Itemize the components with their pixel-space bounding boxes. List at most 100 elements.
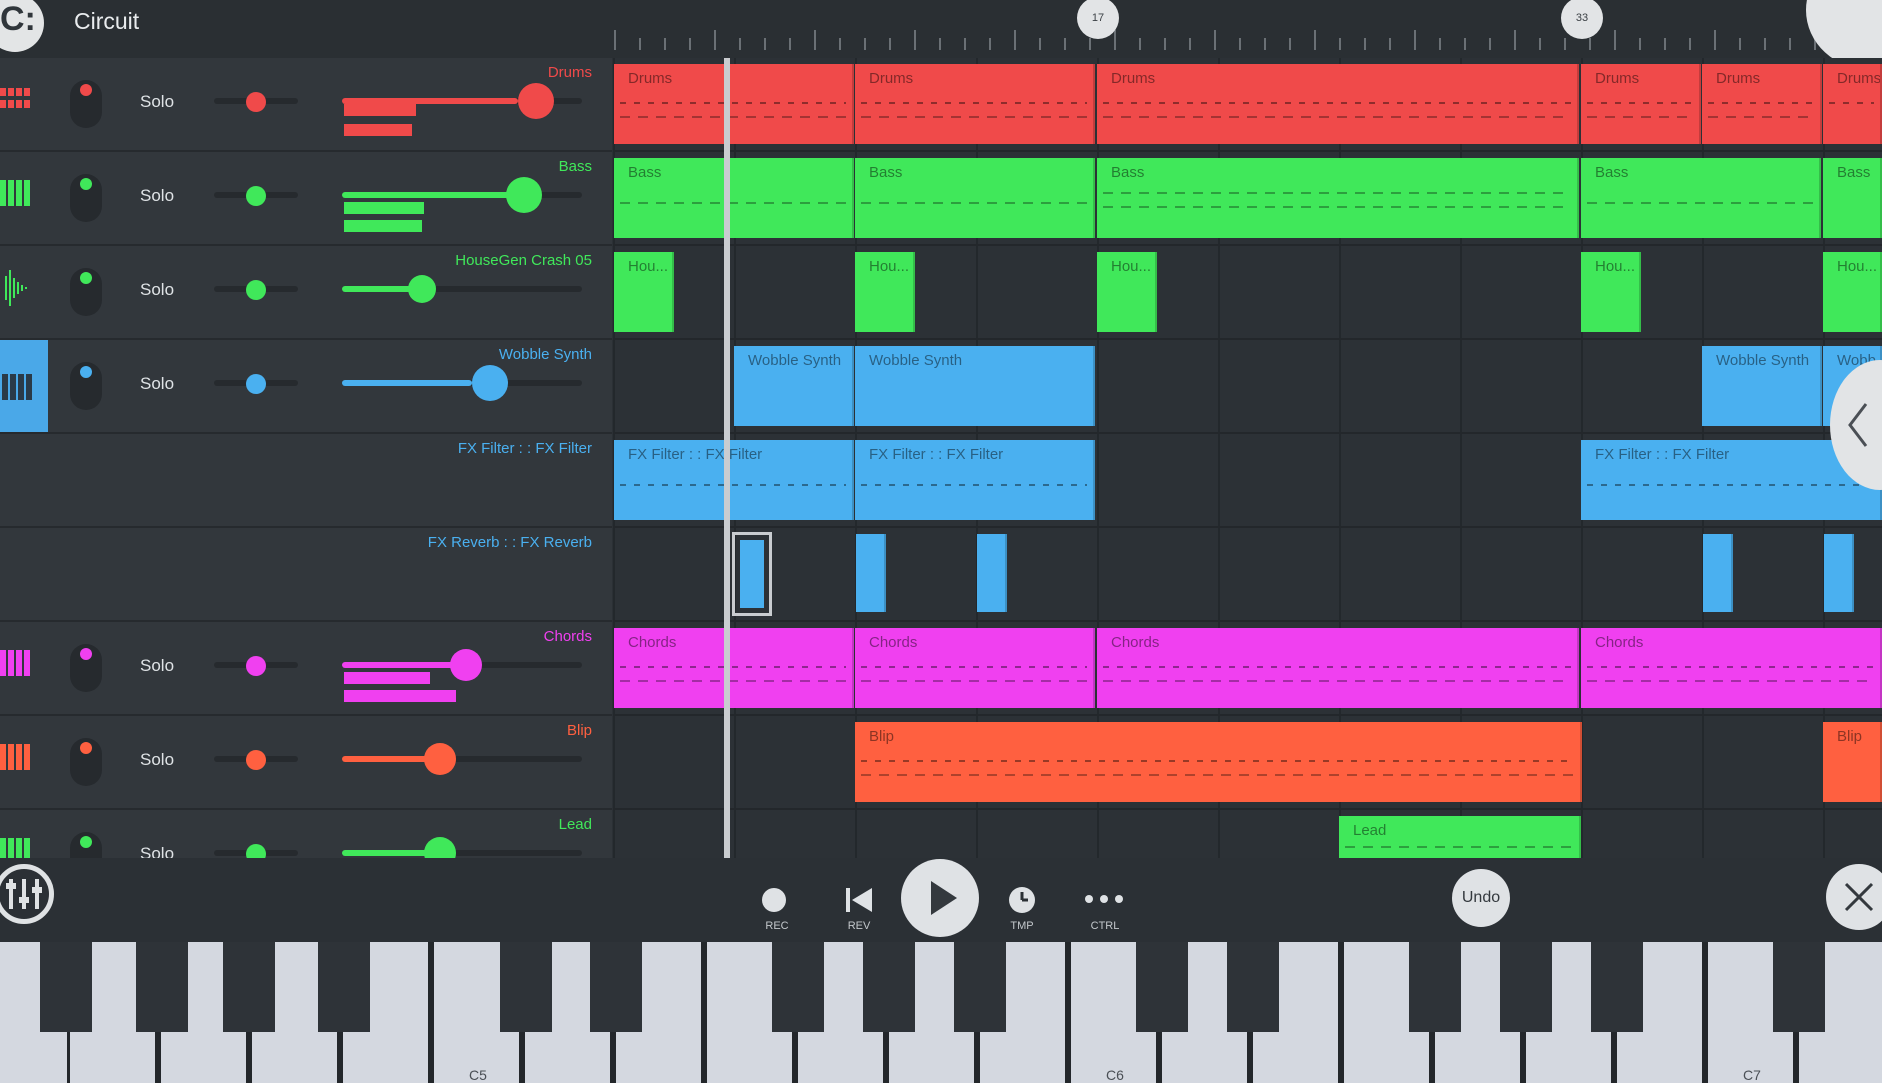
more-dots-icon[interactable]: [1084, 892, 1124, 906]
playhead[interactable]: [724, 58, 730, 858]
pattern-clip[interactable]: Wobble Synth: [855, 346, 1095, 426]
playlist-area[interactable]: Drums Drums Drums Drums Drums Drums Bass…: [613, 58, 1882, 860]
piano-black-key[interactable]: [40, 942, 92, 1032]
pattern-clip[interactable]: Blip: [1823, 722, 1882, 802]
track-row-blip[interactable]: Solo Blip: [0, 716, 612, 810]
lane-drums[interactable]: Drums Drums Drums Drums Drums Drums: [613, 58, 1882, 152]
piano-black-key[interactable]: [1409, 942, 1461, 1032]
tempo-icon[interactable]: [1008, 886, 1036, 914]
automation-clip[interactable]: [1703, 534, 1733, 612]
track-row-wobble-synth[interactable]: Solo Wobble Synth: [0, 340, 612, 434]
pattern-clip[interactable]: Bass: [855, 158, 1095, 238]
pattern-clip[interactable]: Drums: [614, 64, 854, 144]
pan-knob[interactable]: [246, 280, 266, 300]
piano-black-key[interactable]: [318, 942, 370, 1032]
lane-fx-reverb[interactable]: [613, 528, 1882, 622]
piano-black-key[interactable]: [1136, 942, 1188, 1032]
track-row-crash[interactable]: Solo HouseGen Crash 05: [0, 246, 612, 340]
lane-wobble-synth[interactable]: Wobble Synth Wobble Synth Wobble Synth W…: [613, 340, 1882, 434]
track-row-fx-filter[interactable]: FX Filter : : FX Filter: [0, 434, 612, 528]
solo-button[interactable]: Solo: [140, 92, 174, 112]
automation-clip[interactable]: [977, 534, 1007, 612]
audio-clip[interactable]: Hou...: [1581, 252, 1641, 332]
piano-black-key[interactable]: [500, 942, 552, 1032]
lane-crash[interactable]: Hou... Hou... Hou... Hou... Hou...: [613, 246, 1882, 340]
pan-knob[interactable]: [246, 92, 266, 112]
pattern-clip[interactable]: Blip: [855, 722, 1582, 802]
piano-keyboard[interactable]: C5 C6 C7: [0, 942, 1882, 1083]
pattern-clip[interactable]: Drums: [1581, 64, 1701, 144]
track-row-lead[interactable]: Solo Lead: [0, 810, 612, 860]
track-row-bass[interactable]: Solo Bass: [0, 152, 612, 246]
audio-clip[interactable]: Hou...: [614, 252, 674, 332]
pan-knob[interactable]: [246, 656, 266, 676]
solo-button[interactable]: Solo: [140, 280, 174, 300]
record-icon[interactable]: [762, 888, 786, 912]
lane-chords[interactable]: Chords Chords Chords Chords: [613, 622, 1882, 716]
pattern-clip[interactable]: Drums: [1823, 64, 1882, 144]
close-button[interactable]: [1826, 864, 1882, 930]
automation-clip[interactable]: [856, 534, 886, 612]
piano-black-key[interactable]: [1500, 942, 1552, 1032]
piano-black-key[interactable]: [1227, 942, 1279, 1032]
piano-black-key[interactable]: [1773, 942, 1825, 1032]
rewind-icon[interactable]: [844, 886, 874, 914]
clip-label: Bass: [1111, 164, 1145, 181]
pattern-clip[interactable]: Lead: [1339, 816, 1581, 858]
piano-black-key[interactable]: [136, 942, 188, 1032]
volume-knob[interactable]: [408, 275, 436, 303]
piano-black-key[interactable]: [772, 942, 824, 1032]
track-row-drums[interactable]: Solo Drums: [0, 58, 612, 152]
automation-clip[interactable]: FX Filter : : FX Filter: [855, 440, 1095, 520]
audio-clip[interactable]: Hou...: [855, 252, 915, 332]
solo-button[interactable]: Solo: [140, 374, 174, 394]
volume-knob[interactable]: [424, 743, 456, 775]
piano-black-key[interactable]: [223, 942, 275, 1032]
piano-black-key[interactable]: [954, 942, 1006, 1032]
pattern-clip[interactable]: Chords: [855, 628, 1095, 708]
pan-knob[interactable]: [246, 186, 266, 206]
pattern-clip[interactable]: Bass: [614, 158, 854, 238]
pattern-clip[interactable]: Drums: [855, 64, 1095, 144]
track-row-fx-reverb[interactable]: FX Reverb : : FX Reverb: [0, 528, 612, 622]
lane-fx-filter[interactable]: FX Filter : : FX Filter FX Filter : : FX…: [613, 434, 1882, 528]
selected-clip[interactable]: [732, 532, 772, 616]
automation-clip[interactable]: FX Filter : : FX Filter: [614, 440, 854, 520]
pattern-clip[interactable]: Wobble Synth: [1702, 346, 1822, 426]
clip-label: Drums: [1111, 70, 1156, 87]
volume-knob[interactable]: [506, 177, 542, 213]
play-button[interactable]: [901, 859, 979, 937]
pattern-clip[interactable]: Chords: [1581, 628, 1882, 708]
timeline-ruler[interactable]: [613, 0, 1882, 58]
pattern-clip[interactable]: Bass: [1097, 158, 1579, 238]
audio-clip[interactable]: Hou...: [1823, 252, 1882, 332]
piano-black-key[interactable]: [1591, 942, 1643, 1032]
piano-black-key[interactable]: [590, 942, 642, 1032]
solo-button[interactable]: Solo: [140, 750, 174, 770]
volume-knob[interactable]: [518, 83, 554, 119]
track-row-chords[interactable]: Solo Chords: [0, 622, 612, 716]
piano-icon: [0, 838, 30, 858]
undo-button[interactable]: Undo: [1452, 869, 1510, 927]
volume-knob[interactable]: [450, 649, 482, 681]
volume-knob[interactable]: [424, 837, 456, 858]
pan-knob[interactable]: [246, 374, 266, 394]
volume-knob[interactable]: [472, 365, 508, 401]
piano-black-key[interactable]: [863, 942, 915, 1032]
pattern-clip[interactable]: Wobble Synth: [734, 346, 854, 426]
audio-clip[interactable]: Hou...: [1097, 252, 1157, 332]
lane-bass[interactable]: Bass Bass Bass Bass Bass: [613, 152, 1882, 246]
lane-blip[interactable]: Blip Blip: [613, 716, 1882, 810]
pattern-clip[interactable]: Bass: [1581, 158, 1821, 238]
mixer-button[interactable]: [0, 864, 54, 924]
pattern-clip[interactable]: Drums: [1097, 64, 1579, 144]
solo-button[interactable]: Solo: [140, 186, 174, 206]
lane-lead[interactable]: Lead: [613, 810, 1882, 860]
pattern-clip[interactable]: Chords: [614, 628, 854, 708]
solo-button[interactable]: Solo: [140, 656, 174, 676]
pattern-clip[interactable]: Drums: [1702, 64, 1822, 144]
pan-knob[interactable]: [246, 750, 266, 770]
pattern-clip[interactable]: Chords: [1097, 628, 1579, 708]
pattern-clip[interactable]: Bass: [1823, 158, 1882, 238]
automation-clip[interactable]: [1824, 534, 1854, 612]
